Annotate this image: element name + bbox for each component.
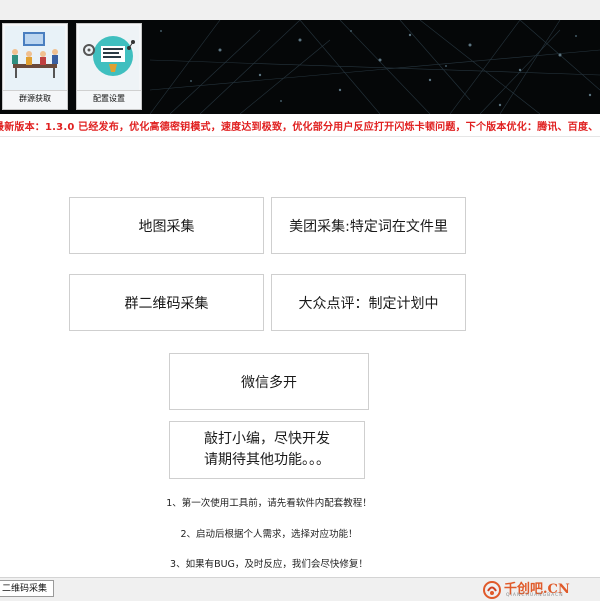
logo-icon xyxy=(483,581,501,599)
title-strip xyxy=(0,0,600,20)
settings-gear-icon xyxy=(79,26,139,90)
usage-notes: 1、第一次使用工具前，请先看软件内配套教程！ 2、启动后根据个人需求，选择对应功… xyxy=(126,493,412,583)
coming-soon-button[interactable]: 敲打小编，尽快开发 请期待其他功能。。。 xyxy=(169,421,365,479)
coming-soon-line1: 敲打小编，尽快开发 xyxy=(204,431,330,447)
group-qr-collect-button[interactable]: 群二维码采集 xyxy=(69,274,264,331)
meituan-collect-button[interactable]: 美团采集:特定词在文件里 xyxy=(271,197,466,254)
announcement-bar: 最新版本：1.3.0 已经发布，优化高德密钥模式，速度达到极致，优化部分用户反应… xyxy=(0,114,600,137)
announcement-text: 最新版本：1.3.0 已经发布，优化高德密钥模式，速度达到极致，优化部分用户反应… xyxy=(0,122,599,133)
map-collect-button[interactable]: 地图采集 xyxy=(69,197,264,254)
watermark-subtext: QIANCHUANGBACN xyxy=(506,593,564,598)
dianping-button[interactable]: 大众点评：制定计划中 xyxy=(271,274,466,331)
wechat-multi-open-button[interactable]: 微信多开 xyxy=(169,353,369,410)
note-item: 1、第一次使用工具前，请先看软件内配套教程！ xyxy=(166,498,372,509)
note-item: 3、如果有BUG，及时反应，我们会尽快修复！ xyxy=(170,559,368,570)
status-bar: 二维码采集 千创吧.CN QIANCHUANGBACN xyxy=(0,577,600,601)
status-tab[interactable]: 二维码采集 xyxy=(0,580,55,597)
team-meeting-icon xyxy=(5,26,65,90)
tool-label: 群源获取 xyxy=(3,90,67,106)
tool-label: 配置设置 xyxy=(77,90,141,106)
coming-soon-line2: 请期待其他功能。。。 xyxy=(204,452,330,468)
note-item: 2、启动后根据个人需求，选择对应功能！ xyxy=(180,529,358,540)
tool-settings[interactable]: 配置设置 xyxy=(76,23,142,110)
tool-group-source[interactable]: 群源获取 xyxy=(2,23,68,110)
watermark-logo: 千创吧.CN QIANCHUANGBACN xyxy=(482,578,592,601)
